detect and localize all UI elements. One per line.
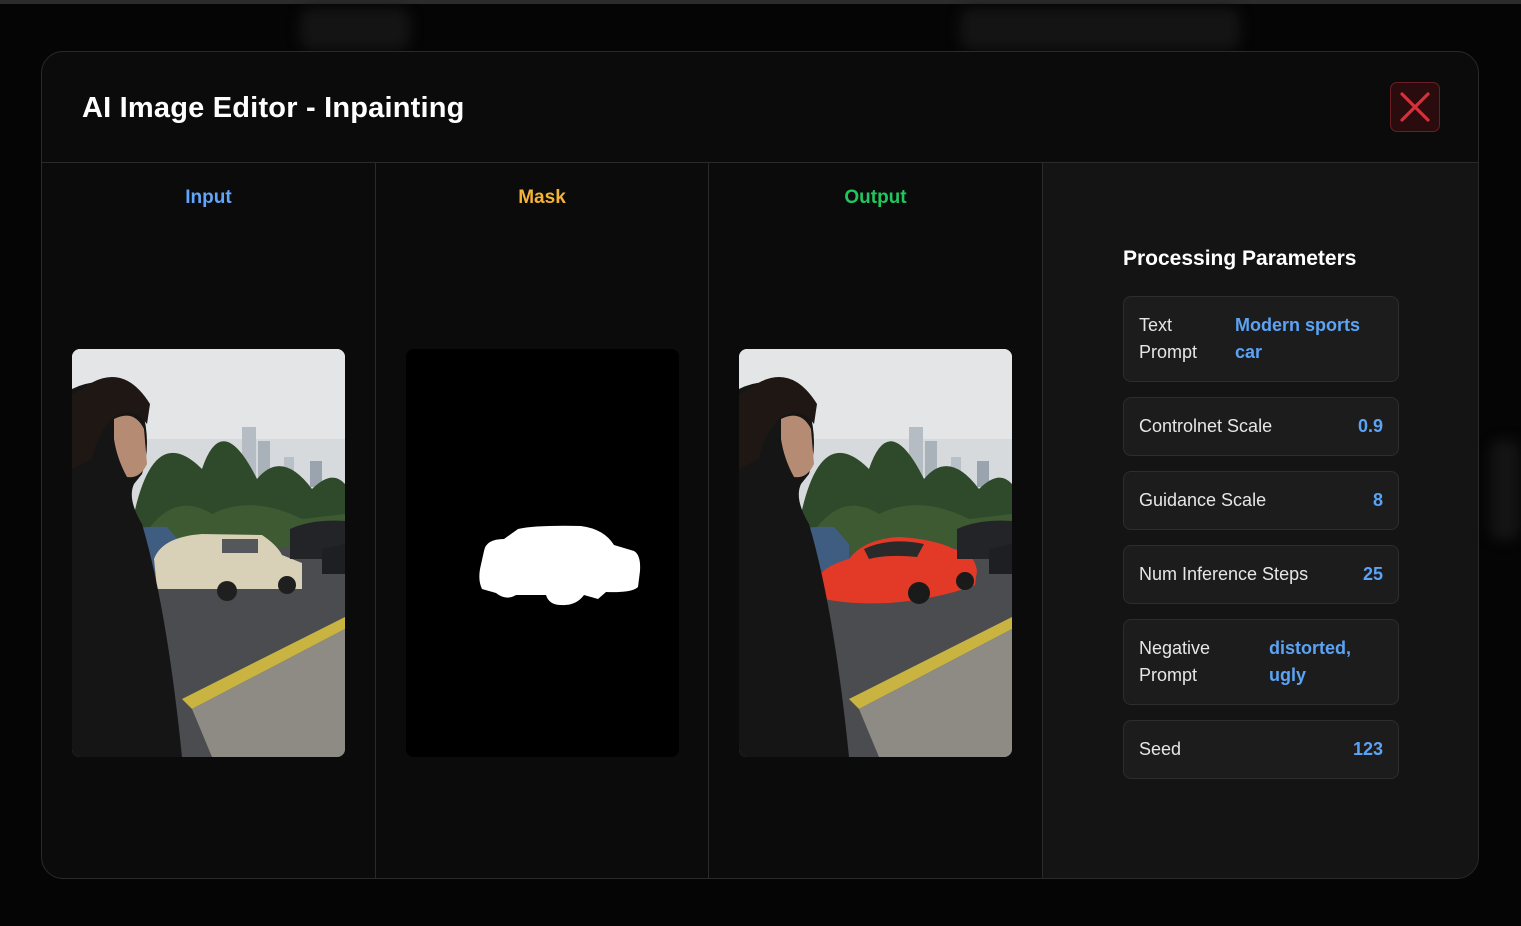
- top-border: [0, 0, 1521, 4]
- param-num-inference-steps: Num Inference Steps 25: [1123, 545, 1399, 604]
- inpainting-dialog: AI Image Editor - Inpainting Input Mask …: [41, 51, 1479, 879]
- param-text-prompt: Text Prompt Modern sports car: [1123, 296, 1399, 382]
- parameters-panel: Processing Parameters Text Prompt Modern…: [1043, 163, 1478, 878]
- output-image: [739, 349, 1012, 757]
- param-value: 0.9: [1357, 416, 1383, 436]
- param-value: distorted, ugly: [1269, 638, 1352, 685]
- param-value: 25: [1362, 564, 1383, 584]
- output-label: Output: [844, 187, 907, 208]
- input-image: [72, 349, 345, 757]
- background-blur: [960, 8, 1240, 50]
- param-label: Text Prompt: [1139, 315, 1198, 362]
- output-panel: Output: [709, 163, 1043, 878]
- mask-image: [406, 349, 679, 757]
- param-value: 123: [1352, 739, 1383, 759]
- param-negative-prompt: Negative Prompt distorted, ugly: [1123, 619, 1399, 705]
- dialog-header: AI Image Editor - Inpainting: [42, 52, 1478, 163]
- param-label: Seed: [1139, 739, 1182, 759]
- param-seed: Seed 123: [1123, 720, 1399, 779]
- dialog-title: AI Image Editor - Inpainting: [82, 92, 465, 124]
- background-blur: [1490, 440, 1520, 540]
- input-label: Input: [185, 187, 232, 208]
- param-value: Modern sports car: [1235, 315, 1361, 362]
- param-label: Negative Prompt: [1139, 638, 1211, 685]
- param-guidance-scale: Guidance Scale 8: [1123, 471, 1399, 530]
- background-blur: [300, 8, 410, 50]
- close-icon: [1400, 92, 1430, 122]
- mask-label: Mask: [518, 187, 566, 208]
- input-panel: Input: [42, 163, 376, 878]
- param-label: Controlnet Scale: [1139, 416, 1273, 436]
- close-button[interactable]: [1390, 82, 1440, 132]
- param-value: 8: [1372, 490, 1383, 510]
- mask-panel: Mask: [376, 163, 709, 878]
- param-controlnet-scale: Controlnet Scale 0.9: [1123, 397, 1399, 456]
- param-label: Guidance Scale: [1139, 490, 1267, 510]
- param-label: Num Inference Steps: [1139, 564, 1309, 584]
- parameters-heading: Processing Parameters: [1123, 247, 1357, 270]
